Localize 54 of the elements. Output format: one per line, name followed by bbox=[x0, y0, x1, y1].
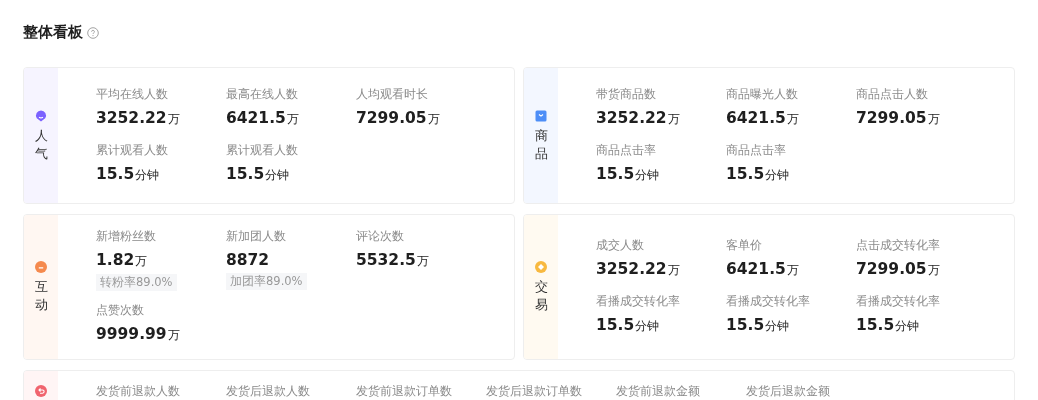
metric-label: 点赞次数 bbox=[96, 302, 144, 319]
metric-label: 商品点击率 bbox=[726, 141, 786, 159]
metric-label: 商品点击人数 bbox=[856, 85, 928, 103]
metric-value: 15.5分钟 bbox=[596, 163, 660, 185]
help-icon[interactable] bbox=[87, 26, 99, 39]
metric-label: 发货后退款订单数 bbox=[486, 383, 582, 400]
metric-label: 发货后退款人数 bbox=[226, 383, 310, 400]
category-label: 互动 bbox=[34, 278, 48, 314]
metric-value: 7299.05万 bbox=[856, 259, 940, 280]
metric-label: 人均观看时长 bbox=[356, 85, 428, 103]
metric-label: 新加团人数 bbox=[226, 228, 286, 245]
metric-value: 6421.5万 bbox=[726, 107, 799, 129]
metric-label: 发货前退款订单数 bbox=[356, 383, 452, 400]
metric-value: 5532.5万 bbox=[356, 250, 429, 271]
category-label: 交易 bbox=[534, 278, 548, 314]
metric-value: 15.5分钟 bbox=[596, 315, 660, 336]
metric-value: 3252.22万 bbox=[596, 107, 680, 129]
metric-label: 累计观看人数 bbox=[96, 141, 168, 159]
metric-value: 15.5分钟 bbox=[96, 163, 160, 185]
metric-value: 15.5分钟 bbox=[726, 315, 790, 336]
metric-label: 商品曝光人数 bbox=[726, 85, 798, 103]
metric-value: 6421.5万 bbox=[226, 107, 299, 129]
metric-label: 看播成交转化率 bbox=[596, 293, 680, 310]
metric-label: 客单价 bbox=[726, 237, 762, 254]
metric-label: 点击成交转化率 bbox=[856, 237, 940, 254]
metric-value: 3252.22万 bbox=[96, 107, 180, 129]
category-label: 商品 bbox=[534, 126, 548, 163]
metric-label: 新增粉丝数 bbox=[96, 228, 156, 245]
metric-label: 看播成交转化率 bbox=[856, 293, 940, 310]
metric-value: 15.5分钟 bbox=[726, 163, 790, 185]
category-label: 人气 bbox=[34, 126, 48, 163]
metric-value: 8872 bbox=[226, 250, 270, 271]
metric-value: 15.5分钟 bbox=[856, 315, 920, 336]
metric-label: 累计观看人数 bbox=[226, 141, 298, 159]
metric-value: 7299.05万 bbox=[856, 107, 940, 129]
metric-label: 成交人数 bbox=[596, 237, 644, 254]
metric-value: 3252.22万 bbox=[596, 259, 680, 280]
metric-label: 评论次数 bbox=[356, 228, 404, 245]
metric-label: 发货后退款金额 bbox=[746, 383, 830, 400]
metric-label: 发货前退款金额 bbox=[616, 383, 700, 400]
metric-value: 7299.05万 bbox=[356, 107, 440, 129]
page-title: 整体看板 bbox=[23, 23, 83, 42]
metric-label: 看播成交转化率 bbox=[726, 293, 810, 310]
metric-value: 6421.5万 bbox=[726, 259, 799, 280]
metric-label: 最高在线人数 bbox=[226, 85, 298, 103]
metric-value: 15.5分钟 bbox=[226, 163, 290, 185]
metric-label: 发货前退款人数 bbox=[96, 383, 180, 400]
metric-value: 9999.99万 bbox=[96, 324, 180, 345]
rate-tag: 转粉率89.0% bbox=[96, 274, 177, 291]
rate-tag: 加团率89.0% bbox=[226, 273, 307, 290]
metric-label: 商品点击率 bbox=[596, 141, 656, 159]
metric-label: 平均在线人数 bbox=[96, 85, 168, 103]
metric-value: 1.82万 bbox=[96, 250, 148, 271]
metric-label: 带货商品数 bbox=[596, 85, 656, 103]
